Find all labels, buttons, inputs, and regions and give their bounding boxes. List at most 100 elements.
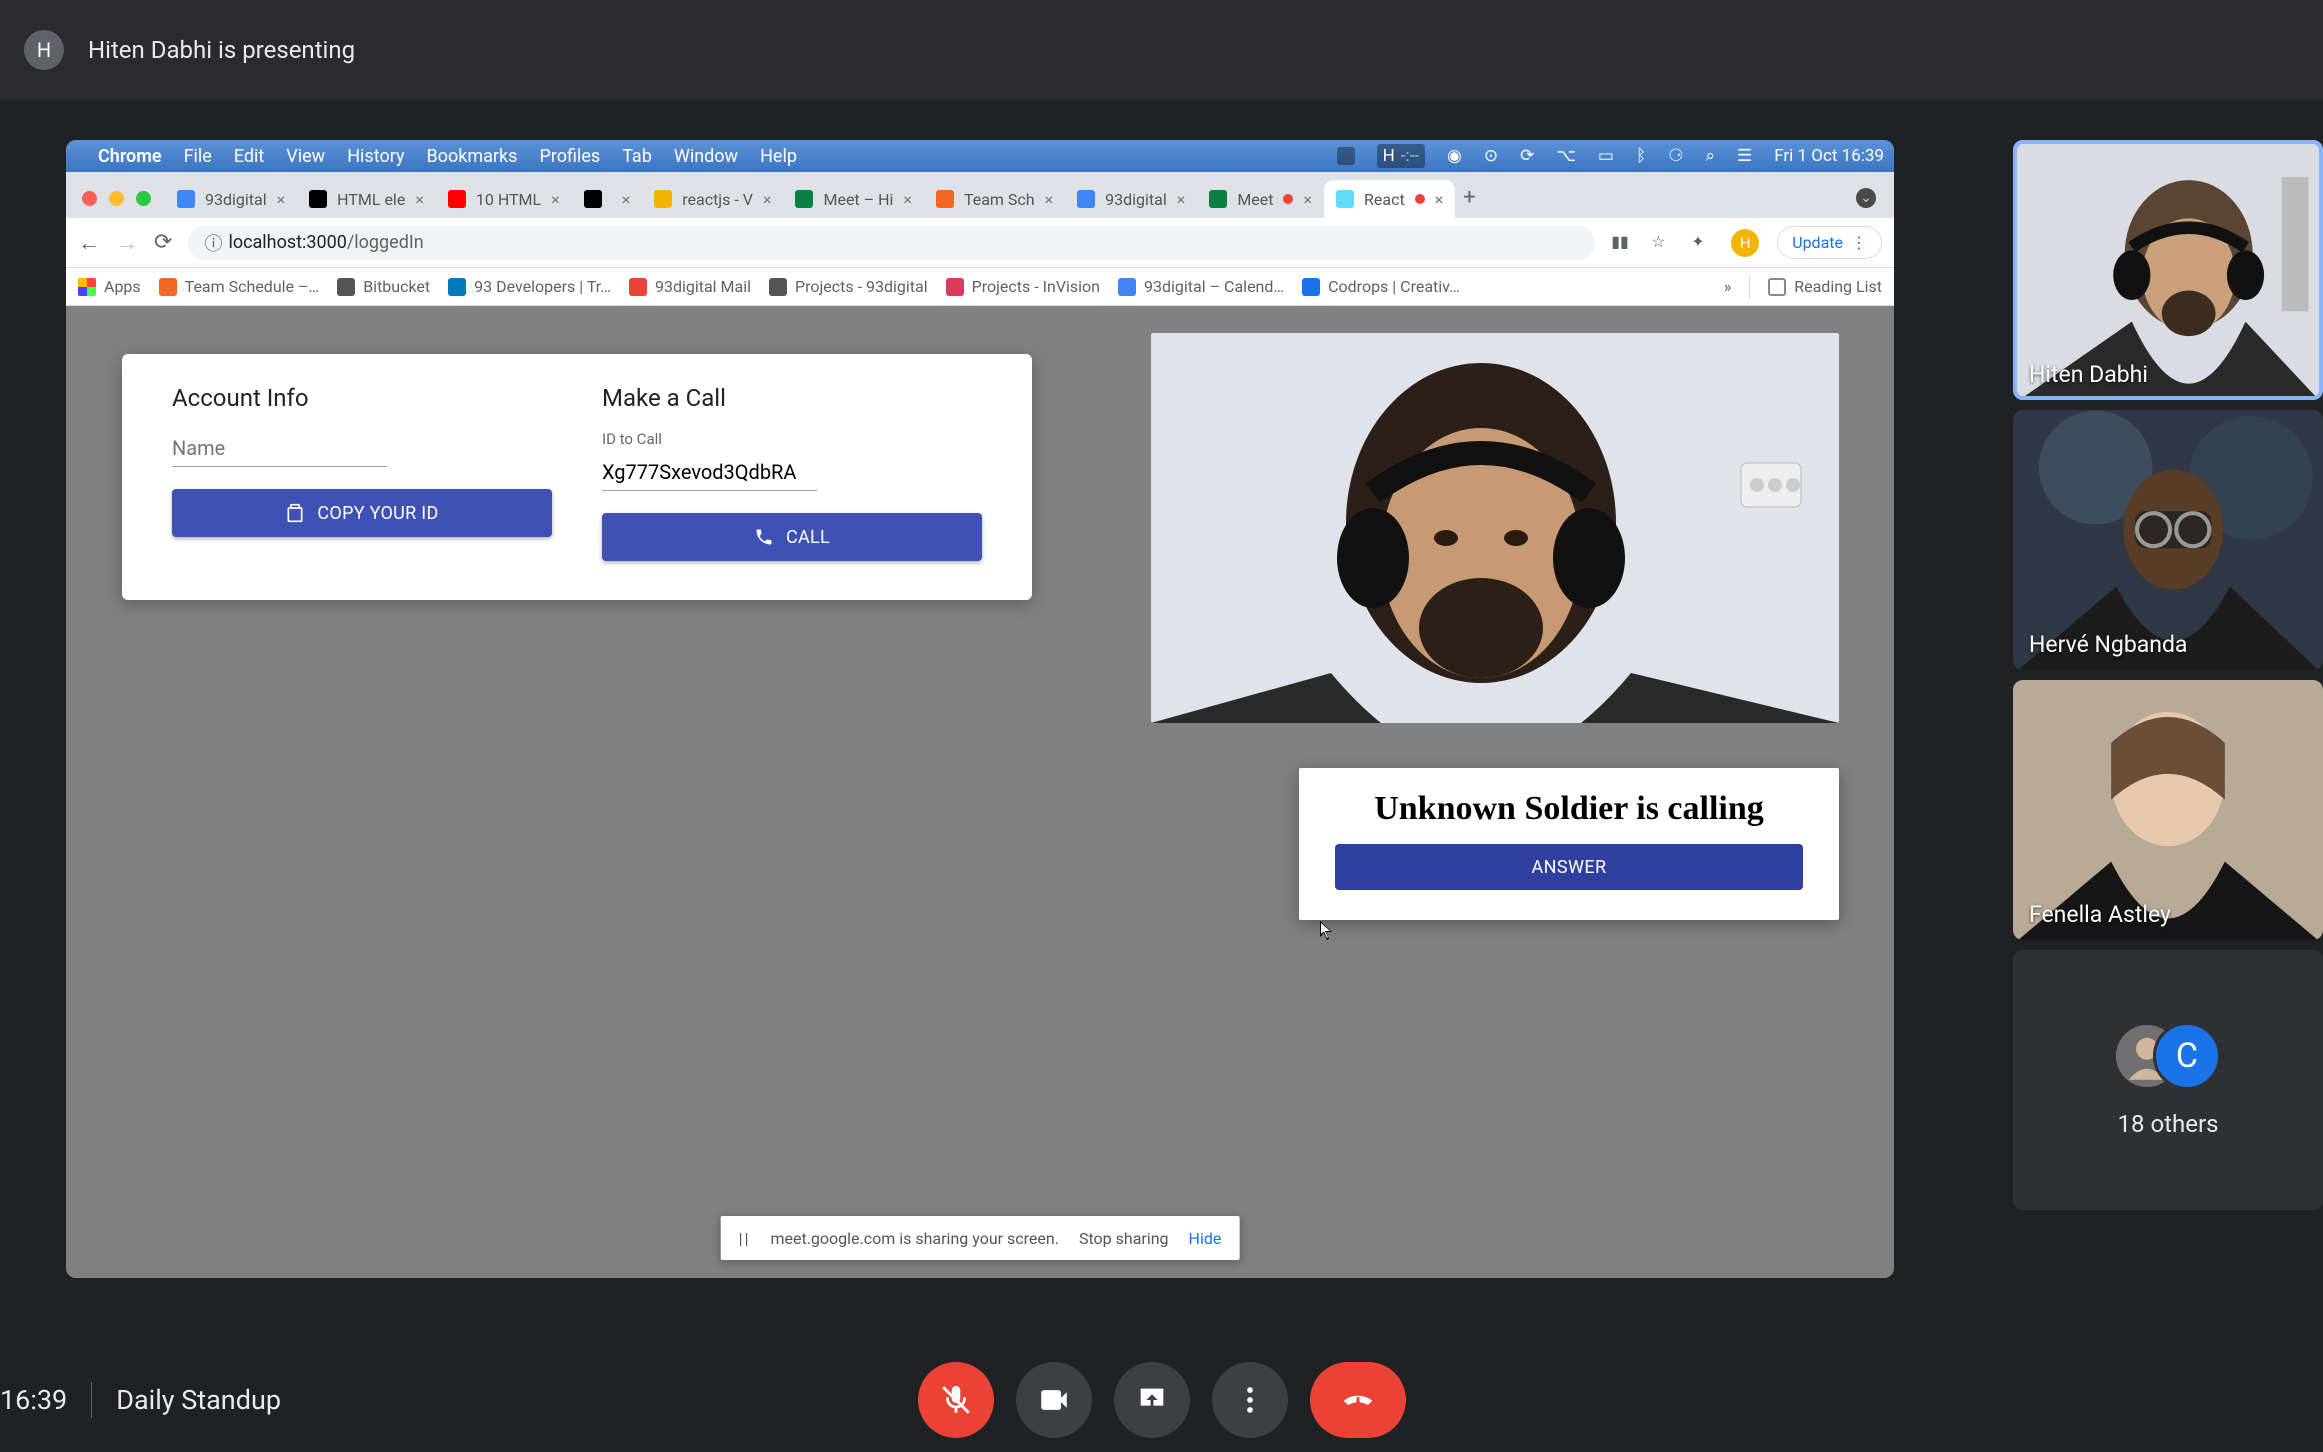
bookmark-item[interactable]: 93 Developers | Tr… bbox=[448, 277, 611, 296]
browser-tab[interactable]: 93digital× bbox=[165, 180, 297, 218]
back-button[interactable]: ← bbox=[78, 230, 100, 256]
tab-title: 10 HTML bbox=[476, 190, 541, 209]
share-text: meet.google.com is sharing your screen. bbox=[770, 1229, 1058, 1248]
reload-button[interactable]: ⟳ bbox=[154, 230, 172, 255]
menubar-icon[interactable]: ⊙ bbox=[1484, 146, 1498, 166]
more-button[interactable] bbox=[1212, 1362, 1288, 1438]
extensions-icon[interactable]: ✦ bbox=[1691, 232, 1713, 254]
favicon-icon bbox=[936, 190, 954, 208]
favicon-icon bbox=[177, 190, 195, 208]
pause-share-icon[interactable]: || bbox=[739, 1229, 751, 1248]
copy-id-button[interactable]: COPY YOUR ID bbox=[172, 489, 552, 537]
mic-button[interactable] bbox=[918, 1362, 994, 1438]
close-tab-icon[interactable]: × bbox=[277, 190, 286, 209]
browser-tab[interactable]: reactjs - V× bbox=[642, 180, 783, 218]
wifi-icon[interactable]: ⚆ bbox=[1668, 146, 1683, 166]
bluetooth-icon[interactable]: ᛒ bbox=[1636, 146, 1646, 166]
camera-indicator-icon[interactable]: ▮▮ bbox=[1611, 232, 1633, 254]
bookmarks-bar: Apps Team Schedule –… Bitbucket 93 Develop… bbox=[66, 268, 1894, 306]
close-tab-icon[interactable]: × bbox=[415, 190, 424, 209]
mac-menu-item[interactable]: History bbox=[347, 146, 404, 167]
forward-button[interactable]: → bbox=[116, 230, 138, 256]
close-tab-icon[interactable]: × bbox=[622, 190, 631, 209]
bookmark-item[interactable]: Bitbucket bbox=[337, 277, 430, 296]
bookmark-item[interactable]: Codrops | Creativ… bbox=[1302, 277, 1460, 296]
close-tab-icon[interactable]: × bbox=[763, 190, 772, 209]
clock: 16:39 bbox=[0, 1384, 67, 1416]
close-tab-icon[interactable]: × bbox=[1435, 190, 1444, 209]
browser-tab[interactable]: Meet× bbox=[1197, 180, 1324, 218]
close-tab-icon[interactable]: × bbox=[551, 190, 560, 209]
mac-menubar: Chrome File Edit View History Bookmarks … bbox=[66, 140, 1894, 172]
mac-menu-item[interactable]: Window bbox=[674, 146, 738, 167]
participant-name: Hervé Ngbanda bbox=[2029, 631, 2187, 658]
mac-menu-item[interactable]: File bbox=[184, 146, 212, 167]
menubar-icon[interactable]: ⟳ bbox=[1520, 146, 1534, 166]
id-input[interactable] bbox=[602, 454, 817, 491]
tab-search-button[interactable]: ⌄ bbox=[1856, 188, 1876, 208]
webpage-viewport: Account Info COPY YOUR ID Make a Call ID… bbox=[66, 306, 1894, 1278]
tab-title: 93digital bbox=[1105, 190, 1167, 209]
camera-button[interactable] bbox=[1016, 1362, 1092, 1438]
bookmark-item[interactable]: Projects - InVision bbox=[946, 277, 1100, 296]
battery-icon[interactable]: ▭ bbox=[1598, 146, 1614, 166]
hangup-button[interactable] bbox=[1310, 1362, 1406, 1438]
update-button[interactable]: Update⋮ bbox=[1777, 226, 1882, 259]
others-avatar-letter: C bbox=[2153, 1022, 2221, 1090]
close-tab-icon[interactable]: × bbox=[1303, 190, 1312, 209]
search-icon[interactable]: ⌕ bbox=[1705, 146, 1715, 166]
bookmarks-overflow[interactable]: » bbox=[1724, 277, 1732, 296]
window-zoom-icon[interactable] bbox=[136, 191, 151, 206]
mac-menu-item[interactable]: View bbox=[286, 146, 325, 167]
browser-tab[interactable]: :× bbox=[572, 180, 643, 218]
window-minimize-icon[interactable] bbox=[109, 191, 124, 206]
stop-sharing-button[interactable]: Stop sharing bbox=[1079, 1229, 1169, 1248]
close-tab-icon[interactable]: × bbox=[1177, 190, 1186, 209]
bookmark-item[interactable]: Projects - 93digital bbox=[769, 277, 928, 296]
browser-tab[interactable]: Team Sch× bbox=[924, 180, 1065, 218]
new-tab-button[interactable]: + bbox=[1463, 185, 1475, 210]
window-close-icon[interactable] bbox=[82, 191, 97, 206]
answer-button[interactable]: ANSWER bbox=[1335, 844, 1803, 890]
menubar-icon[interactable] bbox=[1337, 147, 1355, 165]
browser-tab[interactable]: React× bbox=[1324, 180, 1455, 218]
reading-list-button[interactable]: Reading List bbox=[1768, 277, 1882, 296]
browser-tab[interactable]: Meet – Hi× bbox=[783, 180, 923, 218]
mac-clock[interactable]: Fri 1 Oct 16:39 bbox=[1774, 146, 1884, 166]
address-bar[interactable]: ⓘ localhost:3000/loggedIn bbox=[188, 226, 1595, 260]
mac-menu-item[interactable]: Help bbox=[760, 146, 797, 167]
bookmark-item[interactable]: 93digital Mail bbox=[629, 277, 751, 296]
participant-tile[interactable]: Fenella Astley bbox=[2013, 680, 2323, 940]
bookmark-item[interactable]: Team Schedule –… bbox=[159, 277, 320, 296]
mac-app-name[interactable]: Chrome bbox=[98, 146, 162, 167]
browser-tab[interactable]: 93digital × bbox=[1065, 180, 1197, 218]
chrome-tabstrip: 93digital×HTML ele×10 HTML×:×reactjs - V… bbox=[66, 172, 1894, 218]
id-to-call-label: ID to Call bbox=[602, 430, 982, 448]
others-tile[interactable]: C 18 others bbox=[2013, 950, 2323, 1210]
mac-menu-item[interactable]: Profiles bbox=[539, 146, 600, 167]
close-tab-icon[interactable]: × bbox=[1045, 190, 1054, 209]
bookmark-item[interactable]: 93digital – Calend… bbox=[1118, 277, 1284, 296]
hide-sharebar-button[interactable]: Hide bbox=[1189, 1229, 1222, 1248]
name-input[interactable] bbox=[172, 430, 387, 467]
apps-button[interactable]: Apps bbox=[78, 277, 141, 296]
mac-menu-item[interactable]: Bookmarks bbox=[426, 146, 517, 167]
bookmark-favicon-icon bbox=[769, 278, 787, 296]
site-info-icon[interactable]: ⓘ bbox=[204, 230, 222, 256]
bookmark-star-icon[interactable]: ☆ bbox=[1651, 232, 1673, 254]
participant-tile[interactable]: Hiten Dabhi bbox=[2013, 140, 2323, 400]
close-tab-icon[interactable]: × bbox=[903, 190, 912, 209]
mac-menu-item[interactable]: Edit bbox=[234, 146, 264, 167]
present-button[interactable] bbox=[1114, 1362, 1190, 1438]
profile-avatar[interactable]: H bbox=[1731, 229, 1759, 257]
menubar-icon[interactable]: ◉ bbox=[1447, 146, 1462, 166]
menubar-icon[interactable]: ⌥ bbox=[1556, 146, 1576, 166]
browser-tab[interactable]: 10 HTML × bbox=[436, 180, 572, 218]
browser-tab[interactable]: HTML ele× bbox=[297, 180, 436, 218]
call-button[interactable]: CALL bbox=[602, 513, 982, 561]
control-center-icon[interactable]: ☰ bbox=[1737, 146, 1752, 166]
mac-menu-item[interactable]: Tab bbox=[622, 146, 652, 167]
menubar-icon[interactable]: H-:-- bbox=[1377, 144, 1425, 168]
presenting-banner: H Hiten Dabhi is presenting bbox=[0, 0, 2323, 100]
participant-tile[interactable]: Hervé Ngbanda bbox=[2013, 410, 2323, 670]
